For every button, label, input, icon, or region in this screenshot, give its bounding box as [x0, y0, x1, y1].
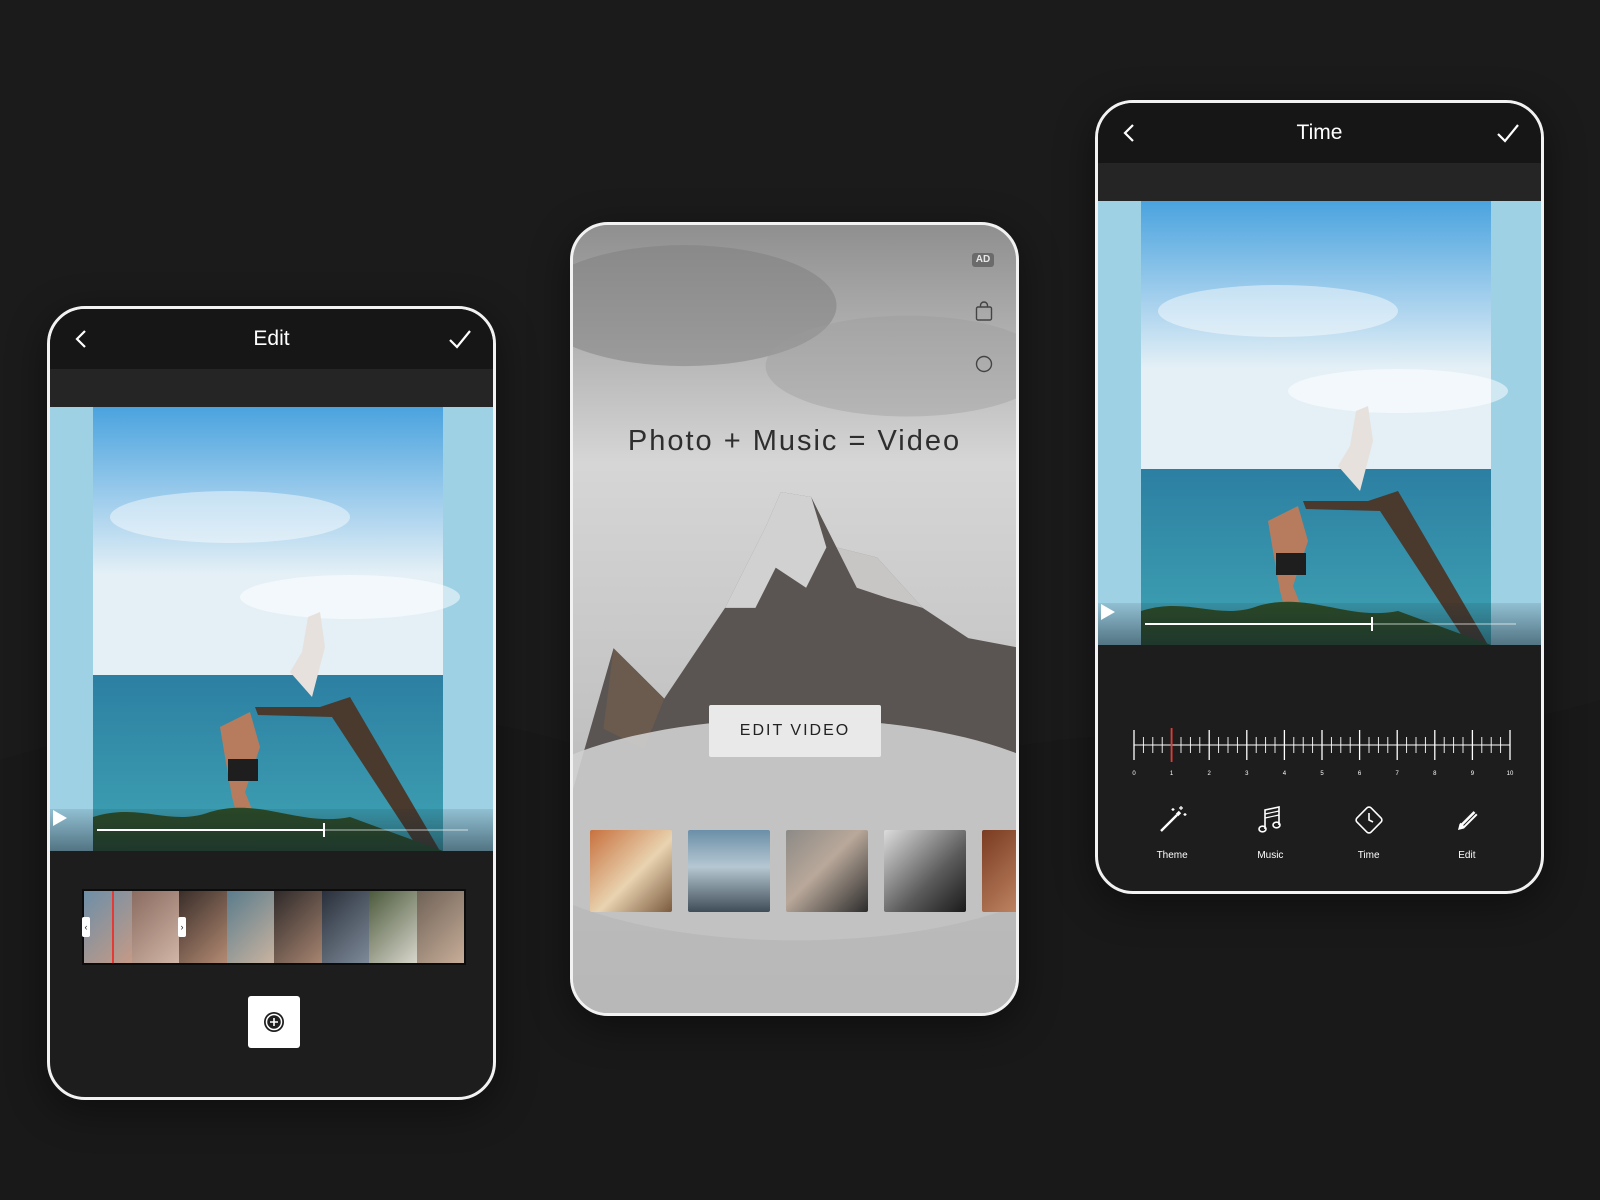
preview-image — [1098, 201, 1541, 645]
time-photo-preview[interactable] — [1098, 201, 1541, 645]
edit-title: Edit — [253, 327, 290, 350]
tool-music-label: Music — [1257, 850, 1284, 861]
time-screen: Time 0 1 2 3 4 5 6 7 8 9 10 Theme Music … — [1095, 100, 1544, 894]
shopping-bag-icon[interactable] — [975, 301, 993, 321]
ruler-tick-label: 6 — [1358, 771, 1362, 777]
edit-video-button[interactable]: EDIT VIDEO — [709, 705, 881, 757]
tool-time-label: Time — [1357, 850, 1380, 861]
ruler-tick-label: 3 — [1245, 771, 1249, 777]
bottom-toolbar: Theme Music Time Edit — [1098, 803, 1541, 873]
ruler-tick-label: 7 — [1396, 771, 1400, 777]
edit-screen: Edit ‹ › — [47, 306, 496, 1100]
time-title: Time — [1296, 121, 1343, 144]
edit-photo-preview[interactable] — [50, 407, 493, 851]
playback-scrubber[interactable] — [1371, 617, 1374, 631]
tool-edit[interactable]: Edit — [1432, 803, 1502, 873]
back-chevron-icon[interactable] — [1118, 121, 1142, 145]
confirm-check-icon[interactable] — [447, 327, 473, 351]
trim-handle-right[interactable]: › — [178, 917, 186, 937]
ruler-tick-label: 4 — [1283, 771, 1287, 777]
photo-thumbnail-row[interactable] — [590, 830, 1016, 912]
ruler-tick-label: 8 — [1433, 771, 1437, 777]
playback-scrubber[interactable] — [323, 823, 326, 837]
playback-bar — [1098, 603, 1541, 645]
tool-theme[interactable]: Theme — [1137, 803, 1207, 873]
time-ruler[interactable]: 0 1 2 3 4 5 6 7 8 9 10 — [1130, 723, 1514, 783]
photo-thumbnail[interactable] — [590, 830, 672, 912]
add-clip-button[interactable] — [248, 996, 300, 1048]
playback-progress — [97, 829, 324, 831]
play-icon[interactable] — [1098, 603, 1116, 621]
tool-time[interactable]: Time — [1334, 803, 1404, 873]
photo-thumbnail[interactable] — [982, 830, 1016, 912]
edit-subbar — [50, 369, 493, 407]
pencil-icon — [1457, 809, 1478, 830]
plus-circle-icon — [264, 1012, 284, 1032]
tool-edit-label: Edit — [1458, 850, 1476, 861]
home-screen: AD Photo + Music = Video EDIT VIDEO — [570, 222, 1019, 1016]
ruler-tick-label: 5 — [1320, 771, 1324, 777]
tool-music[interactable]: Music — [1235, 803, 1305, 873]
clock-icon — [1354, 806, 1383, 834]
playback-track[interactable] — [97, 823, 468, 837]
playback-progress — [1145, 623, 1372, 625]
photo-thumbnail[interactable] — [884, 830, 966, 912]
preview-image — [50, 407, 493, 851]
filmstrip-playhead[interactable] — [112, 891, 114, 963]
photo-thumbnail[interactable] — [786, 830, 868, 912]
edit-topbar: Edit — [50, 309, 493, 369]
clip-thumbnail[interactable] — [226, 891, 274, 963]
ruler-tick-label: 1 — [1170, 771, 1174, 777]
clip-filmstrip[interactable]: ‹ › — [82, 889, 466, 965]
clip-thumbnail[interactable] — [274, 891, 322, 963]
ruler-tick-label: 2 — [1208, 771, 1212, 777]
tool-theme-label: Theme — [1156, 850, 1188, 861]
ruler-tick-label: 10 — [1507, 771, 1514, 777]
time-subbar — [1098, 163, 1541, 201]
clip-thumbnail[interactable] — [321, 891, 369, 963]
photo-thumbnail[interactable] — [688, 830, 770, 912]
app-tagline: Photo + Music = Video — [627, 425, 962, 457]
music-note-icon — [1258, 806, 1282, 833]
back-chevron-icon[interactable] — [70, 327, 94, 351]
clip-thumbnail[interactable] — [179, 891, 227, 963]
playback-track[interactable] — [1145, 617, 1516, 631]
clip-thumbnail[interactable] — [84, 891, 132, 963]
clip-thumbnail[interactable] — [369, 891, 417, 963]
playback-bar — [50, 809, 493, 851]
play-icon[interactable] — [50, 809, 68, 827]
clip-thumbnail[interactable] — [416, 891, 464, 963]
clip-thumbnail[interactable] — [131, 891, 179, 963]
trim-handle-left[interactable]: ‹ — [82, 917, 90, 937]
magic-wand-icon — [1160, 806, 1187, 832]
circle-icon[interactable] — [975, 355, 993, 373]
time-topbar: Time — [1098, 103, 1541, 163]
ruler-tick-label: 9 — [1471, 771, 1475, 777]
confirm-check-icon[interactable] — [1495, 121, 1521, 145]
ruler-tick-label: 0 — [1132, 771, 1136, 777]
ad-badge[interactable]: AD — [972, 253, 994, 267]
